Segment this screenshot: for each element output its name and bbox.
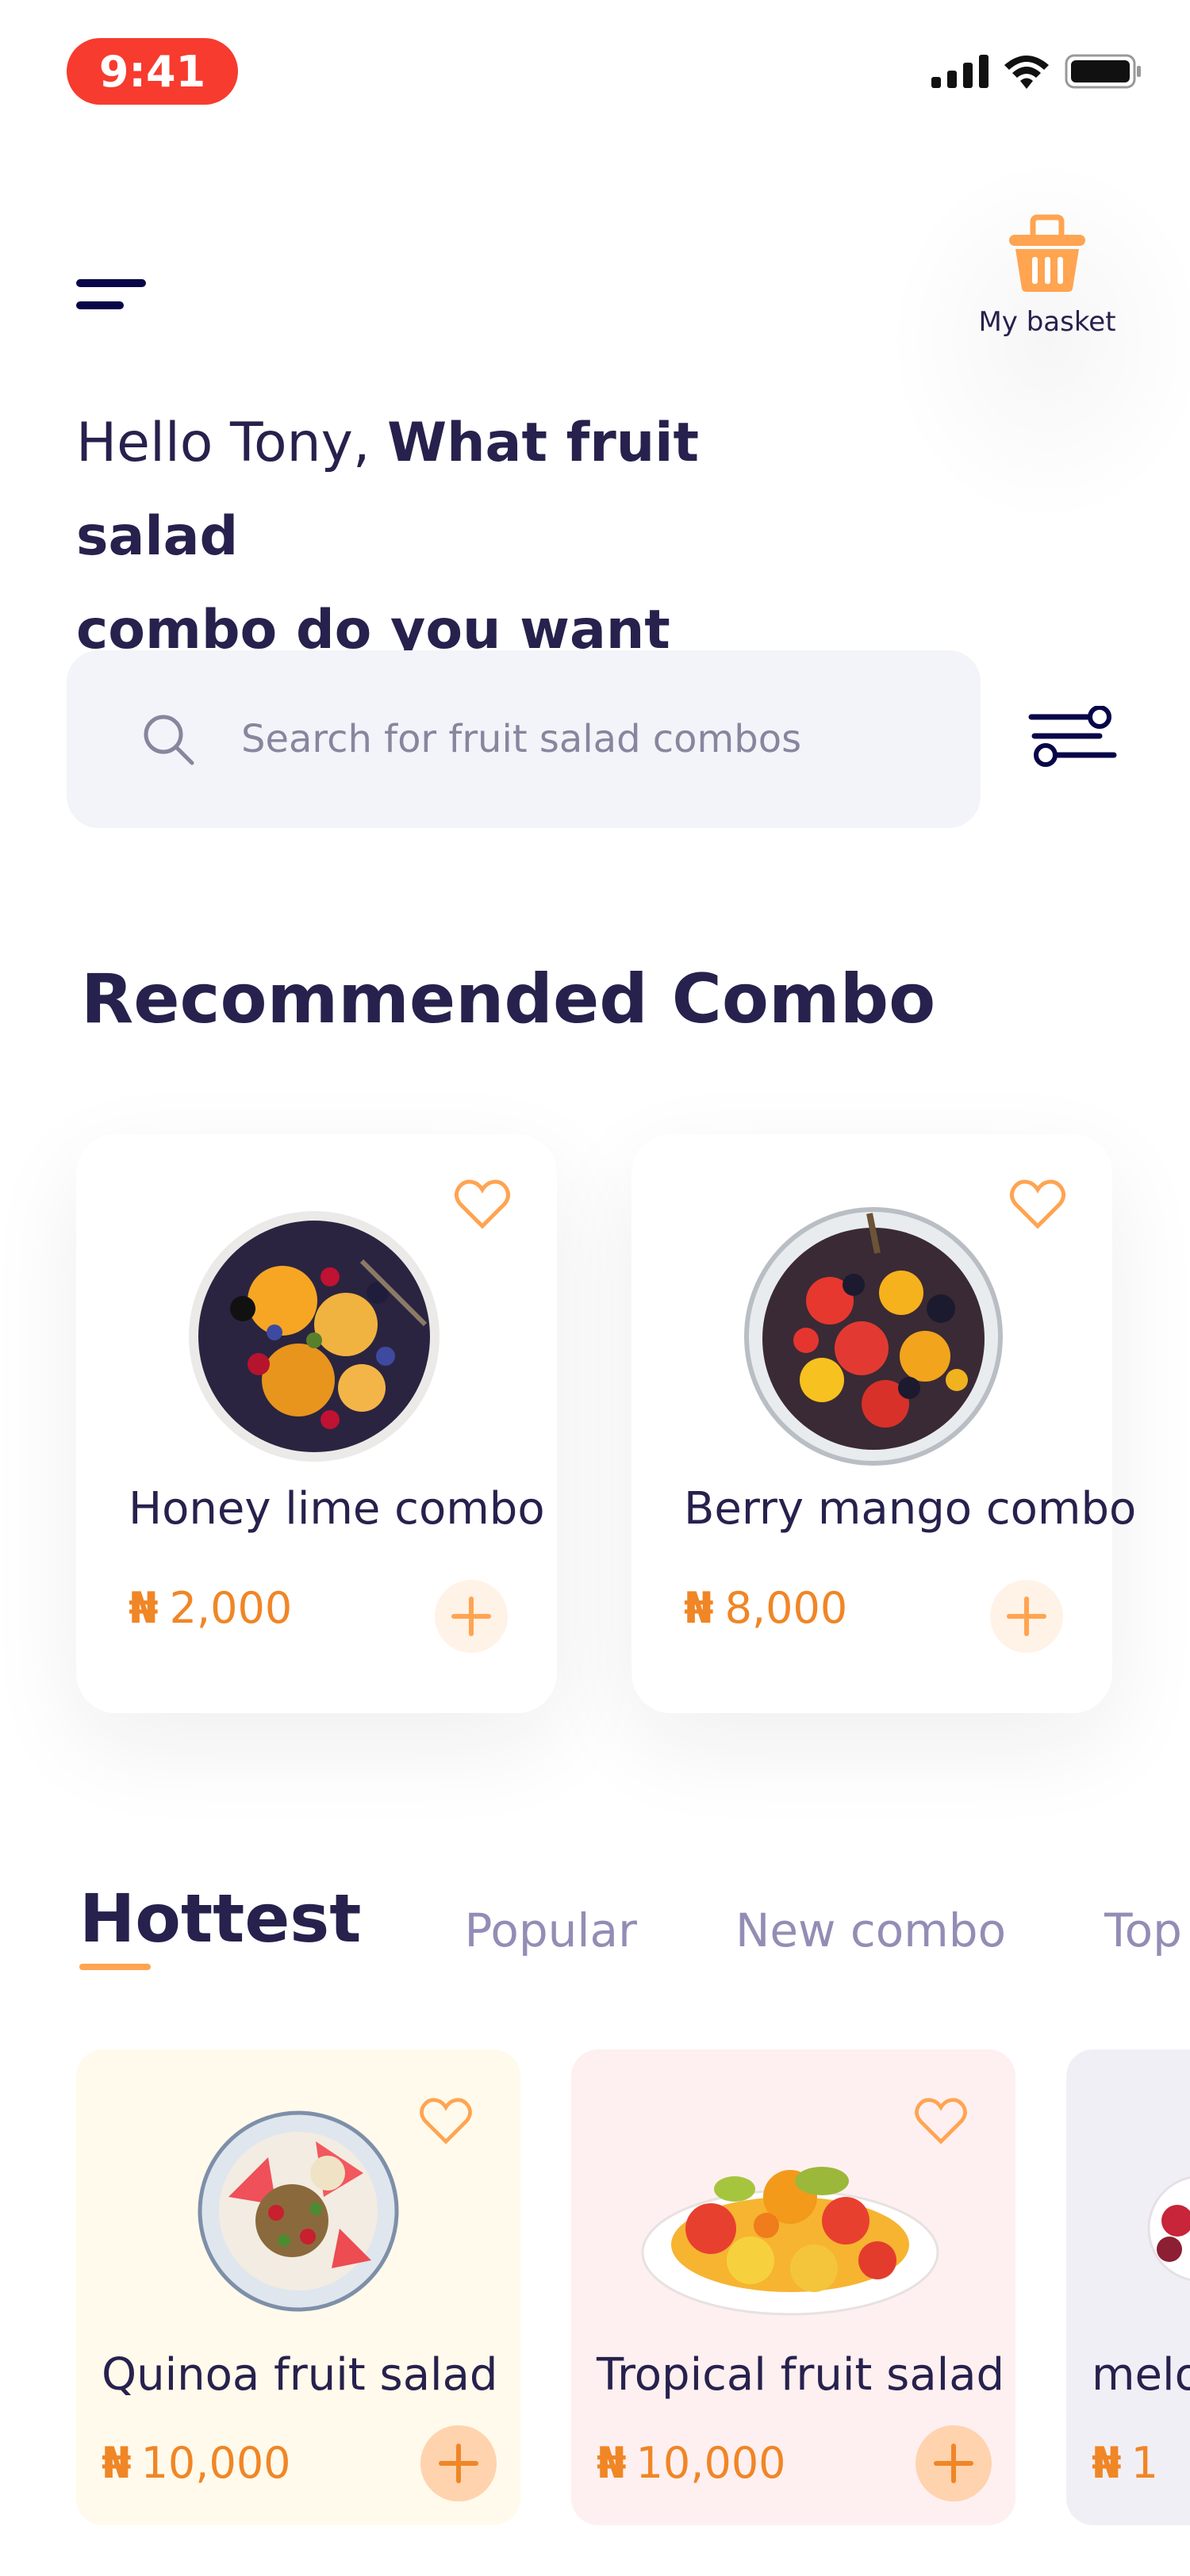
currency-symbol: ₦ — [597, 2438, 627, 2488]
hottest-card[interactable]: melo ₦ 1 — [1066, 2049, 1190, 2525]
add-to-basket-button[interactable] — [435, 1580, 508, 1653]
recommended-item-price: ₦ 2,000 — [129, 1583, 292, 1633]
status-time: 9:41 — [67, 38, 238, 105]
melon-salad-image — [1147, 2175, 1190, 2282]
heart-icon[interactable] — [454, 1179, 511, 1229]
basket-label: My basket — [978, 306, 1116, 338]
add-to-basket-button[interactable] — [990, 1580, 1063, 1653]
recommended-item-name: Honey lime combo — [129, 1483, 545, 1535]
section-title-recommended: Recommended Combo — [81, 960, 936, 1039]
hottest-item-price: ₦ 10,000 — [597, 2438, 786, 2488]
wifi-icon — [1004, 56, 1049, 89]
greeting-hello: Hello Tony, — [76, 412, 370, 474]
search-icon — [144, 715, 194, 765]
honey-lime-combo-image — [189, 1211, 440, 1462]
recommended-card[interactable]: Berry mango combo ₦ 8,000 — [631, 1134, 1136, 1713]
price-value: 2,000 — [169, 1583, 293, 1633]
price-value: 8,000 — [724, 1583, 848, 1633]
menu-icon[interactable] — [76, 276, 146, 314]
hottest-card[interactable]: Tropical fruit salad ₦ 10,000 — [571, 2049, 1015, 2525]
recommended-item-name: Berry mango combo — [684, 1483, 1137, 1535]
quinoa-fruit-salad-image — [198, 2110, 399, 2312]
signal-icon — [931, 55, 988, 88]
price-value: 10,000 — [635, 2438, 786, 2488]
tab-top[interactable]: Top — [1104, 1903, 1182, 1957]
tab-popular[interactable]: Popular — [464, 1903, 636, 1957]
recommended-item-price: ₦ 8,000 — [684, 1583, 847, 1633]
currency-symbol: ₦ — [102, 2438, 132, 2488]
plus-icon — [934, 2444, 973, 2483]
heart-icon[interactable] — [419, 2097, 473, 2145]
basket-icon — [1009, 214, 1085, 292]
basket-button[interactable]: My basket — [960, 214, 1134, 357]
hottest-item-name: melo — [1092, 2349, 1190, 2401]
plus-icon — [439, 2444, 478, 2483]
tab-hottest[interactable]: Hottest — [79, 1880, 361, 1957]
search-input[interactable]: Search for fruit salad combos — [67, 650, 981, 828]
search-placeholder: Search for fruit salad combos — [241, 717, 802, 761]
currency-symbol: ₦ — [129, 1583, 159, 1633]
status-icons — [931, 52, 1142, 90]
price-value: 10,000 — [140, 2438, 291, 2488]
filter-icon[interactable] — [1028, 706, 1117, 769]
battery-icon — [1065, 54, 1141, 89]
heart-icon[interactable] — [914, 2097, 968, 2145]
tropical-fruit-salad-image — [641, 2167, 939, 2316]
add-to-basket-button[interactable] — [916, 2425, 992, 2501]
category-tabs: Hottest Popular New combo Top — [79, 1880, 1190, 1957]
active-tab-indicator — [79, 1964, 151, 1970]
price-value: 1 — [1130, 2438, 1158, 2488]
currency-symbol: ₦ — [1092, 2438, 1122, 2488]
hottest-item-name: Tropical fruit salad — [597, 2349, 1005, 2401]
heart-icon[interactable] — [1009, 1179, 1066, 1229]
hottest-card[interactable]: Quinoa fruit salad ₦ 10,000 — [76, 2049, 520, 2525]
plus-icon — [451, 1597, 491, 1636]
hottest-item-price: ₦ 10,000 — [102, 2438, 291, 2488]
tab-new-combo[interactable]: New combo — [735, 1903, 1006, 1957]
berry-mango-combo-image — [744, 1207, 1003, 1466]
hottest-item-name: Quinoa fruit salad — [102, 2349, 498, 2401]
hottest-item-price: ₦ 1 — [1092, 2438, 1158, 2488]
recommended-card[interactable]: Honey lime combo ₦ 2,000 — [76, 1134, 557, 1713]
currency-symbol: ₦ — [684, 1583, 714, 1633]
add-to-basket-button[interactable] — [420, 2425, 497, 2501]
plus-icon — [1007, 1597, 1046, 1636]
